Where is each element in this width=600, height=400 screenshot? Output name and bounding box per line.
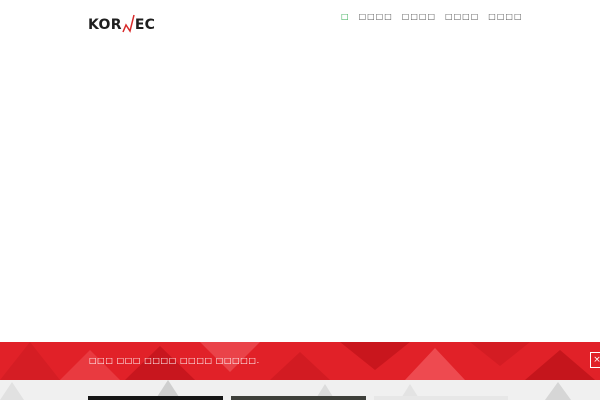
nav-item-3[interactable]: □□□□ bbox=[402, 11, 436, 23]
nav-item-home[interactable]: □ bbox=[341, 11, 350, 23]
hero-area bbox=[0, 40, 600, 342]
logo-text-right: EC bbox=[134, 17, 156, 33]
product-thumbnail-2[interactable] bbox=[231, 396, 366, 400]
nav-item-2[interactable]: □□□□ bbox=[359, 11, 393, 23]
site-header: KOR EC □ □□□□ □□□□ □□□□ □□□□ bbox=[0, 0, 600, 40]
logo-text-left: KOR bbox=[88, 17, 122, 33]
notice-banner: □□□ □□□ □□□□ □□□□ □□□□□. bbox=[0, 342, 600, 380]
product-thumbnail-1[interactable] bbox=[88, 396, 223, 400]
banner-message: □□□ □□□ □□□□ □□□□ □□□□□. bbox=[89, 356, 260, 365]
nav-item-5[interactable]: □□□□ bbox=[488, 11, 522, 23]
main-nav: □ □□□□ □□□□ □□□□ □□□□ bbox=[341, 11, 532, 23]
kornec-logo[interactable]: KOR EC bbox=[88, 7, 155, 33]
nav-item-4[interactable]: □□□□ bbox=[445, 11, 479, 23]
banner-close-button[interactable]: × bbox=[590, 352, 600, 368]
product-thumbnail-3[interactable] bbox=[374, 396, 508, 400]
logo-mark bbox=[122, 13, 135, 33]
